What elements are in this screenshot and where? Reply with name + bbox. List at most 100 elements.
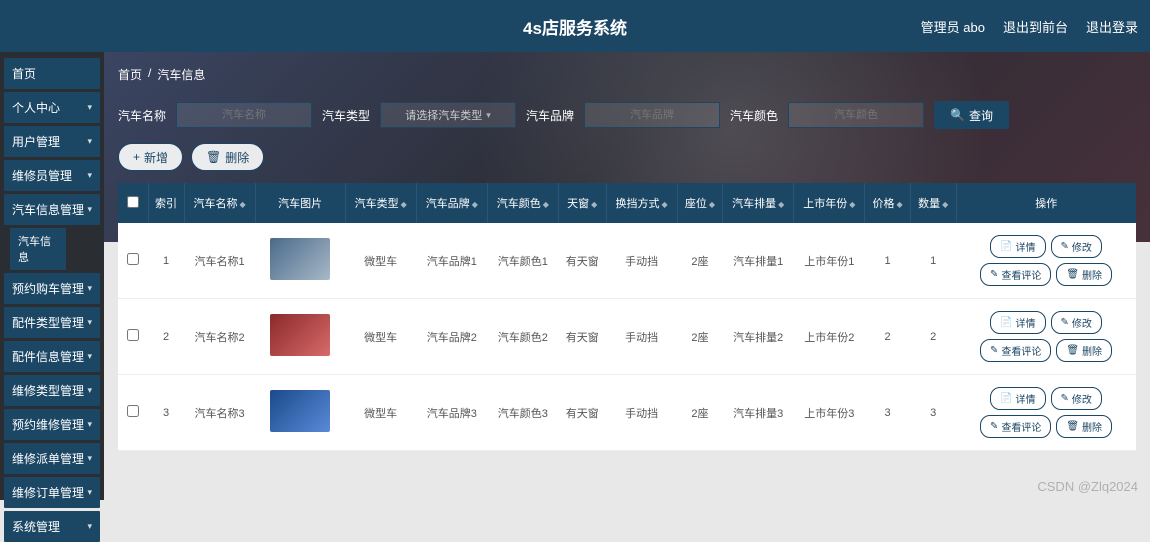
sort-icon: ◆ [897,200,903,209]
toolbar: +新增 🗑删除 [118,143,1136,171]
review-button[interactable]: ✎查看评论 [980,415,1051,438]
detail-button[interactable]: 📄详情 [990,311,1045,334]
sort-icon: ◆ [942,200,948,209]
col-11[interactable]: 上市年份◆ [794,183,865,223]
row-delete-button[interactable]: 🗑删除 [1056,339,1112,362]
edit-button[interactable]: ✎修改 [1051,235,1102,258]
row-checkbox[interactable] [127,329,139,341]
chevron-down-icon: ▾ [87,521,92,532]
filter-brand-label: 汽车品牌 [526,107,574,124]
pencil-icon: ✎ [990,421,998,432]
trash-icon: 🗑 [206,150,221,164]
col-3[interactable]: 汽车图片 [255,183,345,223]
col-5[interactable]: 汽车品牌◆ [416,183,487,223]
sort-icon: ◆ [240,200,246,209]
edit-button[interactable]: ✎修改 [1051,311,1102,334]
doc-icon: 📄 [1000,393,1012,404]
col-2[interactable]: 汽车名称◆ [184,183,255,223]
sidebar-sub-active[interactable]: 汽车信息 [10,228,66,270]
query-button[interactable]: 🔍查询 [934,101,1009,129]
search-icon: 🔍 [950,108,965,122]
detail-button[interactable]: 📄详情 [990,235,1045,258]
data-table: 索引汽车名称◆汽车图片汽车类型◆汽车品牌◆汽车颜色◆天窗◆换挡方式◆座位◆汽车排… [118,183,1136,451]
sidebar-item-6[interactable]: 配件类型管理▾ [4,307,100,338]
sidebar-item-8[interactable]: 维修类型管理▾ [4,375,100,406]
col-12[interactable]: 价格◆ [865,183,911,223]
sidebar: ‹ 首页个人中心▾用户管理▾维修员管理▾汽车信息管理▾汽车信息预约购车管理▾配件… [0,52,104,500]
sort-icon: ◆ [709,200,715,209]
table-row: 1汽车名称1微型车汽车品牌1汽车颜色1有天窗手动挡2座汽车排量1上市年份111📄… [118,223,1136,299]
app-title: 4s店服务系统 [523,14,627,39]
filter-color-label: 汽车颜色 [730,107,778,124]
header-actions: 管理员 abo 退出到前台 退出登录 [921,17,1138,36]
table-row: 3汽车名称3微型车汽车品牌3汽车颜色3有天窗手动挡2座汽车排量3上市年份333📄… [118,375,1136,451]
chevron-down-icon: ▾ [87,283,92,294]
current-user[interactable]: 管理员 abo [921,17,985,36]
col-8[interactable]: 换挡方式◆ [606,183,677,223]
review-button[interactable]: ✎查看评论 [980,339,1051,362]
col-1[interactable]: 索引 [148,183,184,223]
detail-button[interactable]: 📄详情 [990,387,1045,410]
filter-name-label: 汽车名称 [118,107,166,124]
breadcrumb: 首页 / 汽车信息 [118,66,1136,83]
sidebar-item-9[interactable]: 预约维修管理▾ [4,409,100,440]
sidebar-item-7[interactable]: 配件信息管理▾ [4,341,100,372]
chevron-down-icon: ▾ [87,204,92,215]
chevron-down-icon: ▾ [87,102,92,113]
col-10[interactable]: 汽车排量◆ [723,183,794,223]
chevron-down-icon: ▾ [87,453,92,464]
watermark: CSDN @Zlq2024 [1037,479,1138,494]
logout-to-front[interactable]: 退出到前台 [1003,17,1068,36]
filter-type-select[interactable]: 请选择汽车类型▾ [380,102,516,128]
pencil-icon: ✎ [990,345,998,356]
col-7[interactable]: 天窗◆ [558,183,606,223]
filter-type-label: 汽车类型 [322,107,370,124]
table-header: 索引汽车名称◆汽车图片汽车类型◆汽车品牌◆汽车颜色◆天窗◆换挡方式◆座位◆汽车排… [118,183,1136,223]
review-button[interactable]: ✎查看评论 [980,263,1051,286]
select-all-checkbox[interactable] [127,196,139,208]
crumb-sep: / [148,66,151,83]
filter-brand-input[interactable] [584,102,720,128]
sidebar-item-5[interactable]: 预约购车管理▾ [4,273,100,304]
chevron-down-icon: ▾ [486,110,491,121]
chevron-down-icon: ▾ [87,351,92,362]
content: 首页 / 汽车信息 汽车名称 汽车类型 请选择汽车类型▾ 汽车品牌 汽车颜色 🔍… [104,52,1150,500]
filter-color-input[interactable] [788,102,924,128]
pencil-icon: ✎ [1061,317,1069,328]
logout[interactable]: 退出登录 [1086,17,1138,36]
chevron-down-icon: ▾ [87,419,92,430]
car-image [270,390,330,432]
col-14[interactable]: 操作 [956,183,1136,223]
crumb-home[interactable]: 首页 [118,66,142,83]
sort-icon: ◆ [591,200,597,209]
col-13[interactable]: 数量◆ [910,183,956,223]
sort-icon: ◆ [472,200,478,209]
sidebar-item-3[interactable]: 维修员管理▾ [4,160,100,191]
col-0[interactable] [118,183,148,223]
row-checkbox[interactable] [127,253,139,265]
add-button[interactable]: +新增 [118,143,183,171]
pencil-icon: ✎ [1061,393,1069,404]
sidebar-item-4[interactable]: 汽车信息管理▾ [4,194,100,225]
sidebar-item-0[interactable]: 首页 [4,58,100,89]
row-delete-button[interactable]: 🗑删除 [1056,263,1112,286]
trash-icon: 🗑 [1066,345,1079,356]
app-header: 4s店服务系统 管理员 abo 退出到前台 退出登录 [0,0,1150,52]
sidebar-item-11[interactable]: 维修订单管理▾ [4,477,100,508]
sidebar-item-1[interactable]: 个人中心▾ [4,92,100,123]
sort-icon: ◆ [662,200,668,209]
delete-button[interactable]: 🗑删除 [191,143,264,171]
edit-button[interactable]: ✎修改 [1051,387,1102,410]
filter-name-input[interactable] [176,102,312,128]
col-9[interactable]: 座位◆ [677,183,723,223]
sidebar-item-10[interactable]: 维修派单管理▾ [4,443,100,474]
chevron-down-icon: ▾ [87,317,92,328]
sidebar-item-2[interactable]: 用户管理▾ [4,126,100,157]
row-delete-button[interactable]: 🗑删除 [1056,415,1112,438]
col-4[interactable]: 汽车类型◆ [345,183,416,223]
col-6[interactable]: 汽车颜色◆ [487,183,558,223]
table-row: 2汽车名称2微型车汽车品牌2汽车颜色2有天窗手动挡2座汽车排量2上市年份222📄… [118,299,1136,375]
sidebar-item-12[interactable]: 系统管理▾ [4,511,100,542]
row-checkbox[interactable] [127,405,139,417]
sort-icon: ◆ [778,200,784,209]
